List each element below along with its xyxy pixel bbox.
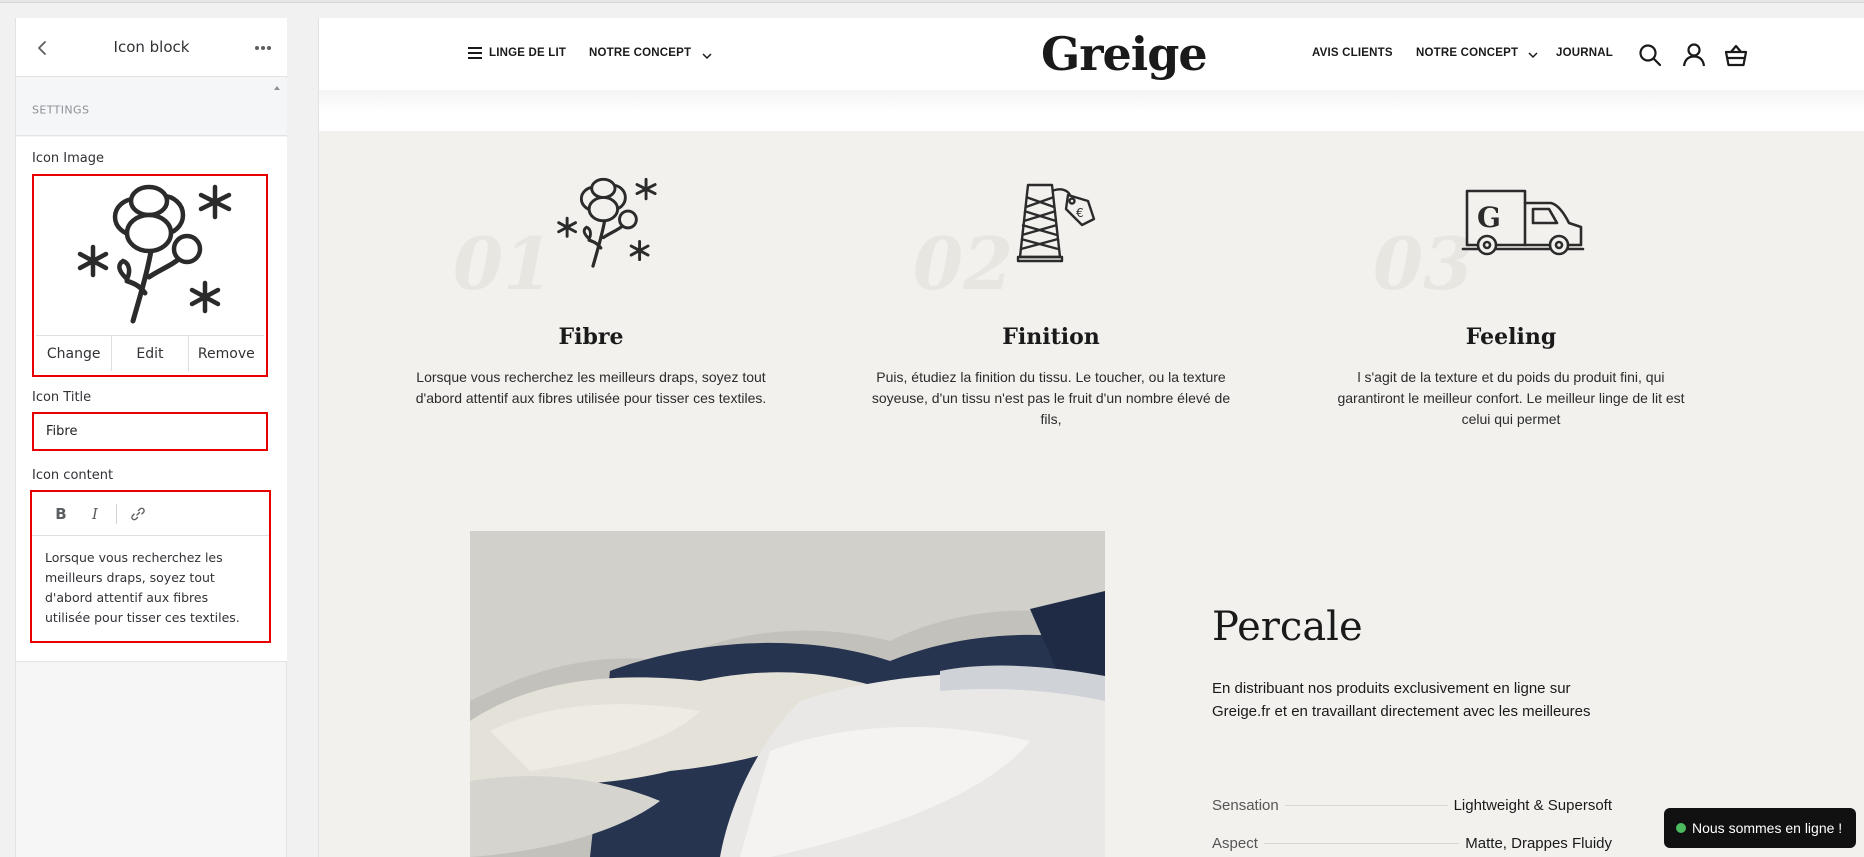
nav-linge-de-lit[interactable]: LINGE DE LIT	[489, 47, 566, 59]
nav-journal[interactable]: JOURNAL	[1556, 47, 1613, 59]
store-logo[interactable]: Greige	[1041, 27, 1208, 81]
change-image-button[interactable]: Change	[36, 336, 113, 371]
thread-spool-icon: €	[1004, 177, 1104, 271]
browser-top-border	[0, 0, 1864, 3]
product-title: Percale	[1212, 604, 1363, 650]
nav-notre-concept[interactable]: NOTRE CONCEPT	[589, 47, 691, 59]
icon-title-input[interactable]	[32, 412, 268, 451]
account-icon[interactable]	[1681, 42, 1707, 68]
nav-notre-concept-right[interactable]: NOTRE CONCEPT	[1416, 47, 1518, 59]
spec-leader-line	[1263, 842, 1460, 844]
storefront-preview: LINGE DE LIT NOTRE CONCEPT Greige AVIS C…	[318, 18, 1864, 857]
spec-value: Matte, Drappes Fluidy	[1465, 834, 1612, 852]
back-arrow-icon[interactable]	[30, 36, 54, 60]
settings-heading: SETTINGS	[32, 103, 90, 117]
edit-image-button[interactable]: Edit	[112, 336, 189, 371]
cart-basket-icon[interactable]	[1723, 42, 1749, 68]
rich-text-toolbar: B I	[32, 492, 269, 536]
feature-card: 03 G Feeling l s'agit de la texture et d…	[1281, 131, 1741, 427]
icon-image-preview	[36, 178, 264, 334]
spec-leader-line	[1284, 804, 1448, 806]
online-status-dot	[1676, 823, 1686, 833]
bedding-photo	[470, 531, 1105, 857]
link-icon[interactable]	[121, 499, 155, 529]
feature-title: Fibre	[558, 324, 624, 350]
settings-panel: Icon Image Change Edit Remove Icon Title…	[16, 137, 287, 662]
sidebar-header: Icon block	[16, 18, 287, 77]
feature-text: Puis, étudiez la finition du tissu. Le t…	[871, 369, 1231, 427]
icon-content-editor[interactable]: B I Lorsque vous recherchez les meilleur…	[30, 490, 271, 643]
feature-number: 01	[453, 221, 554, 306]
cotton-flower-icon	[549, 169, 659, 283]
live-chat-button[interactable]: Nous sommes en ligne !	[1664, 808, 1856, 848]
editor-sidebar: Icon block SETTINGS Icon Image Change Ed…	[15, 18, 287, 857]
menu-icon[interactable]	[467, 45, 483, 59]
svg-text:€: €	[1076, 206, 1084, 220]
italic-button[interactable]: I	[78, 499, 112, 529]
image-actions: Change Edit Remove	[36, 335, 264, 371]
svg-text:G: G	[1477, 201, 1501, 234]
spec-row: Aspect Matte, Drappes Fluidy	[1212, 831, 1612, 855]
scroll-up-arrow-icon[interactable]	[272, 80, 282, 110]
feature-number: 02	[913, 221, 1014, 306]
feature-title: Feeling	[1465, 324, 1557, 350]
feature-number: 03	[1373, 221, 1474, 306]
spec-label: Aspect	[1212, 834, 1258, 852]
search-icon[interactable]	[1637, 42, 1663, 68]
icon-image-picker[interactable]: Change Edit Remove	[32, 174, 268, 377]
nav-avis-clients[interactable]: AVIS CLIENTS	[1312, 47, 1393, 59]
bold-button[interactable]: B	[44, 499, 78, 529]
more-options-icon[interactable]	[249, 34, 277, 62]
spec-row: Sensation Lightweight & Supersoft	[1212, 793, 1612, 817]
features-section: 01 Fibre Lorsque vous recherchez les mei…	[319, 131, 1864, 857]
header-divider	[319, 90, 1864, 112]
store-header: LINGE DE LIT NOTRE CONCEPT Greige AVIS C…	[319, 18, 1864, 90]
settings-heading-bar: SETTINGS	[16, 78, 287, 136]
chevron-down-icon[interactable]	[1527, 46, 1539, 59]
feature-title: Finition	[1002, 324, 1100, 350]
chat-label: Nous sommes en ligne !	[1692, 820, 1843, 836]
delivery-truck-icon: G	[1461, 183, 1585, 271]
remove-image-button[interactable]: Remove	[188, 336, 264, 371]
feature-text: l s'agit de la texture et du poids du pr…	[1337, 369, 1685, 427]
spec-value: Lightweight & Supersoft	[1453, 796, 1612, 814]
chevron-down-icon[interactable]	[701, 47, 713, 60]
icon-content-label: Icon content	[32, 468, 114, 483]
spec-label: Sensation	[1212, 796, 1279, 814]
icon-content-text[interactable]: Lorsque vous recherchez les meilleurs dr…	[32, 536, 269, 640]
block-title: Icon block	[113, 38, 190, 56]
feature-text: Lorsque vous recherchez les meilleurs dr…	[415, 369, 767, 406]
feature-card: 02 € Finition Puis, étudiez la finition …	[821, 131, 1281, 427]
toolbar-divider	[116, 503, 117, 524]
icon-image-label: Icon Image	[32, 151, 105, 166]
cotton-flower-icon	[77, 184, 232, 324]
icon-title-label: Icon Title	[32, 390, 92, 405]
feature-card: 01 Fibre Lorsque vous recherchez les mei…	[361, 131, 821, 406]
product-description: En distribuant nos produits exclusivemen…	[1212, 680, 1591, 720]
